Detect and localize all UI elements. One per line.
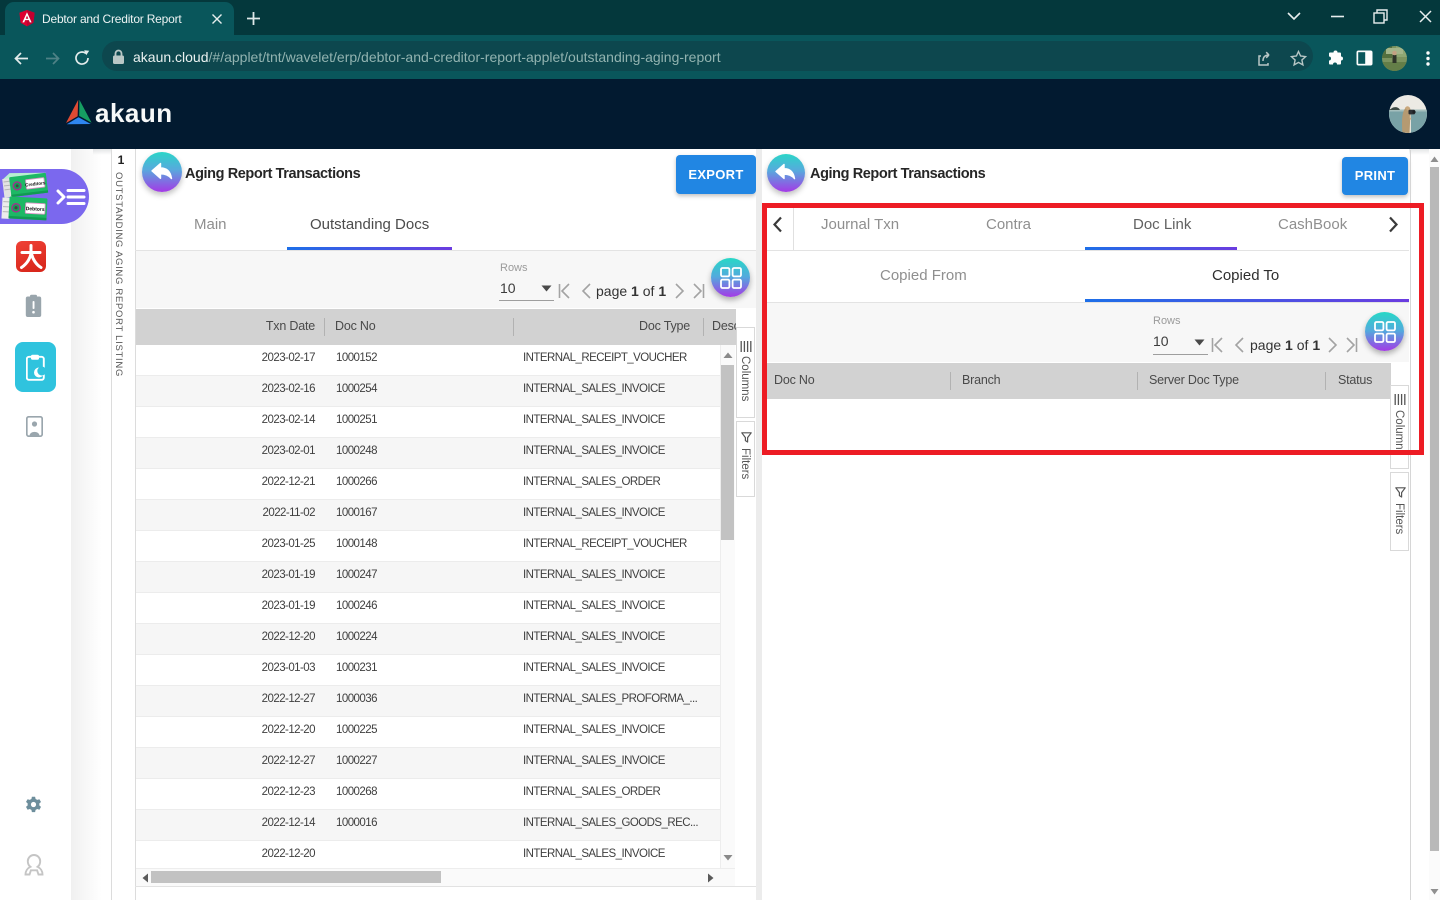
svg-text:Debtors: Debtors (26, 206, 45, 213)
